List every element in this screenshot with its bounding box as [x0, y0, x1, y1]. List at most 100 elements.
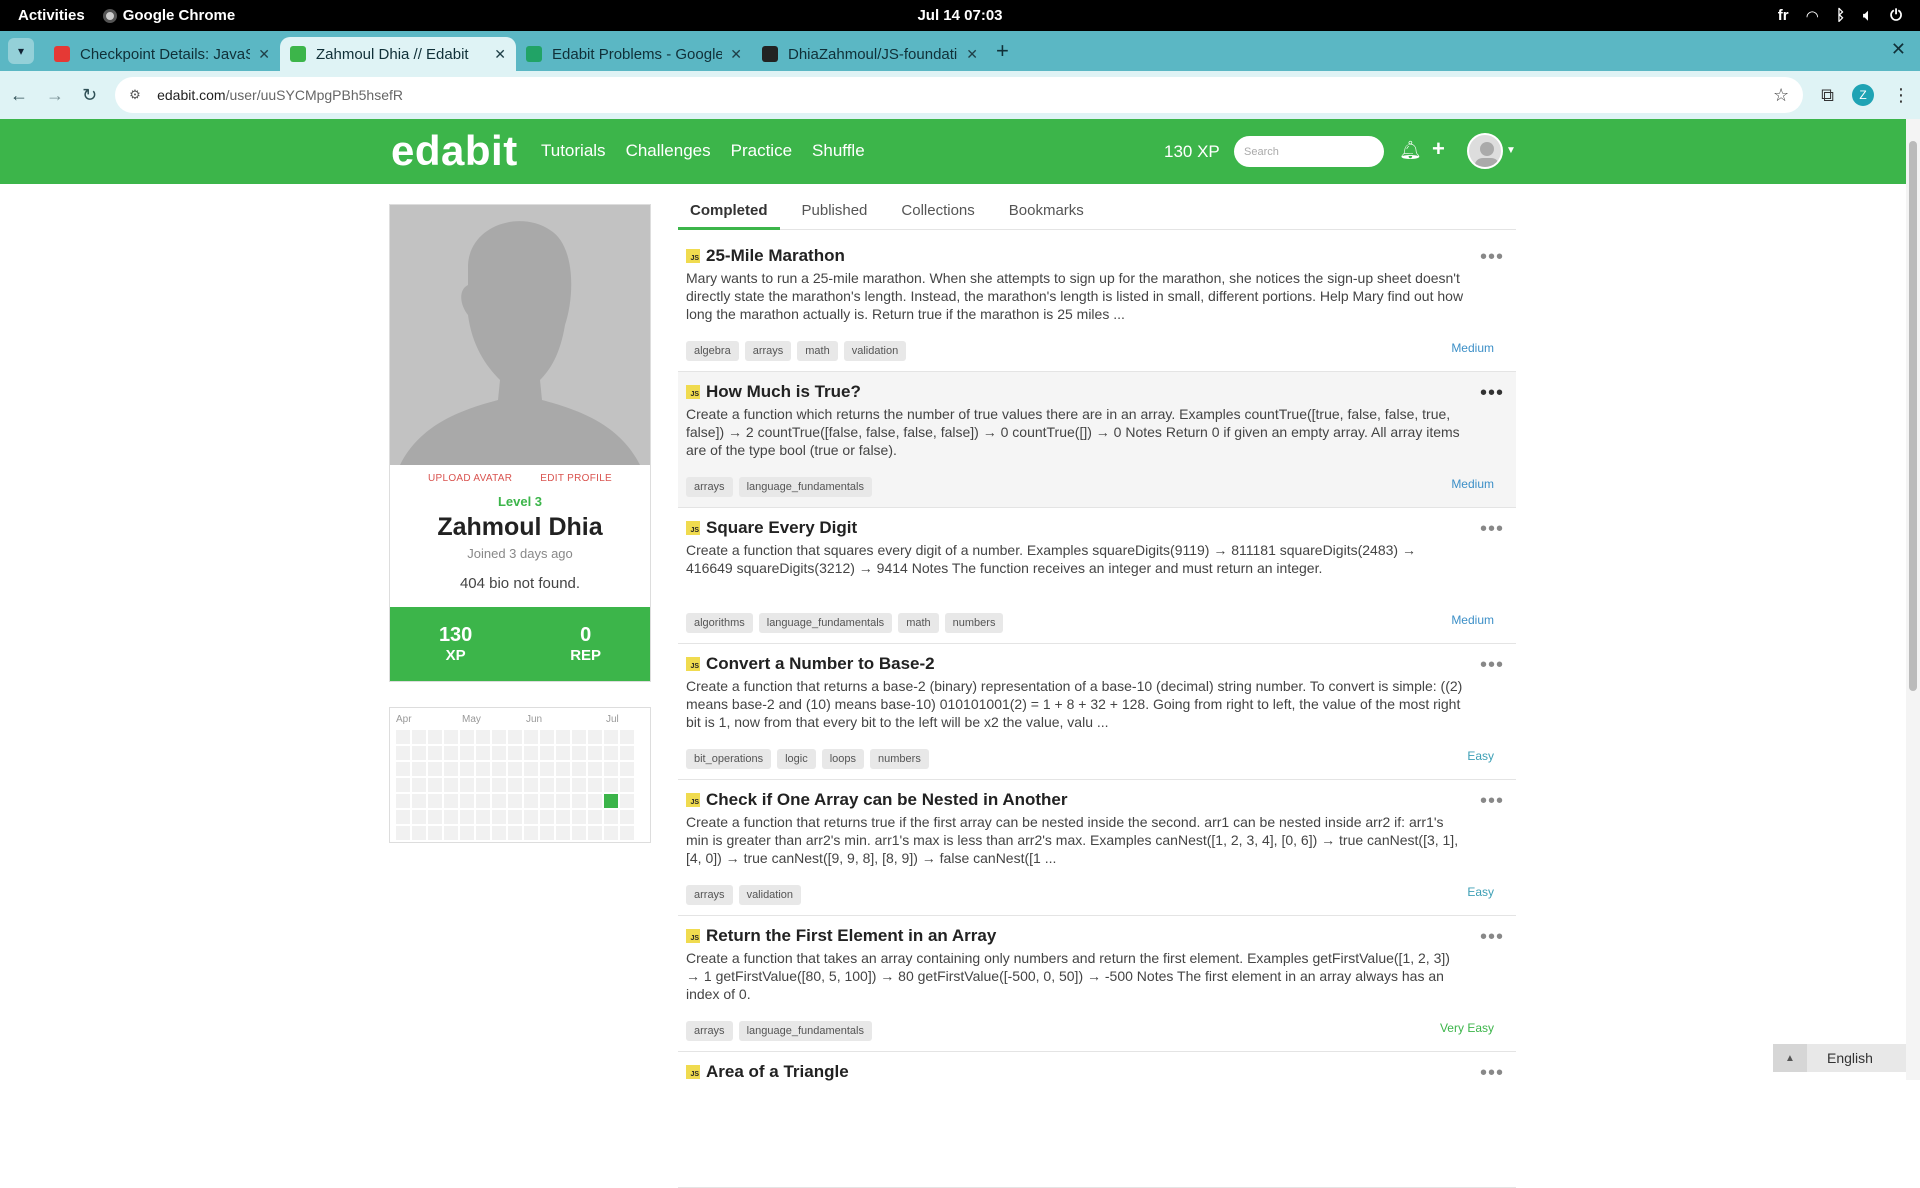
tag[interactable]: math [898, 613, 939, 633]
more-options-icon[interactable]: ••• [1480, 1062, 1504, 1085]
challenge-title[interactable]: JS 25-Mile Marathon [686, 246, 1508, 266]
browser-tab-2[interactable]: Edabit Problems - Google ✕ [516, 37, 752, 71]
nav-challenges[interactable]: Challenges [626, 141, 711, 161]
tab-published[interactable]: Published [790, 198, 880, 230]
tag[interactable]: algorithms [686, 613, 753, 633]
challenge-item[interactable]: JS Convert a Number to Base-2 Create a f… [678, 644, 1516, 780]
heatmap-cell [508, 746, 522, 760]
back-arrow-icon[interactable]: ← [10, 85, 28, 106]
tag[interactable]: arrays [744, 341, 792, 361]
tag[interactable]: numbers [870, 749, 929, 769]
tab-search-button[interactable]: ▾ [8, 38, 34, 64]
tag[interactable]: bit_operations [686, 749, 772, 769]
browser-menu-icon[interactable]: ⋮ [1892, 85, 1910, 106]
browser-tab-0[interactable]: Checkpoint Details: JavaScript ✕ [44, 37, 280, 71]
user-avatar[interactable] [1467, 133, 1503, 169]
tag[interactable]: loops [821, 749, 865, 769]
clock[interactable]: Jul 14 07:03 [917, 7, 1002, 24]
tab-completed[interactable]: Completed [678, 198, 780, 230]
challenge-title[interactable]: JS How Much is True? [686, 382, 1508, 402]
language-selector[interactable]: ▲ English [1773, 1044, 1906, 1072]
more-options-icon[interactable]: ••• [1480, 926, 1504, 949]
close-icon[interactable]: ✕ [494, 46, 506, 63]
heatmap-cell [508, 778, 522, 792]
bookmark-star-icon[interactable]: ☆ [1773, 85, 1789, 106]
bell-icon[interactable]: 🔔︎ [1399, 140, 1422, 161]
site-logo[interactable]: edabit [391, 127, 518, 175]
challenge-title[interactable]: JS Convert a Number to Base-2 [686, 654, 1508, 674]
tag[interactable]: algebra [686, 341, 739, 361]
page-scrollbar[interactable] [1906, 119, 1920, 1080]
javascript-icon: JS [686, 249, 700, 263]
tag[interactable]: arrays [686, 477, 733, 497]
url-host: edabit.com [157, 87, 226, 103]
edit-profile-link[interactable]: EDIT PROFILE [540, 473, 612, 484]
heatmap-month: Apr [396, 714, 412, 725]
heatmap-cell [620, 730, 634, 744]
tag[interactable]: validation [738, 885, 802, 905]
forward-arrow-icon[interactable]: → [46, 85, 64, 106]
system-tray[interactable]: fr ◠ ᛒ 🔈︎ ⏻ [1778, 7, 1920, 25]
new-tab-button[interactable]: + [996, 38, 1009, 64]
challenge-title[interactable]: JS Check if One Array can be Nested in A… [686, 790, 1508, 810]
more-options-icon[interactable]: ••• [1480, 246, 1504, 269]
heatmap-cell [476, 762, 490, 776]
heatmap-months: Apr May Jun Jul [396, 714, 644, 728]
reload-icon[interactable]: ↻ [82, 85, 97, 106]
challenge-item[interactable]: JS Square Every Digit Create a function … [678, 508, 1516, 644]
profile-avatar-image [390, 205, 650, 465]
more-options-icon[interactable]: ••• [1480, 790, 1504, 813]
challenge-title[interactable]: JS Return the First Element in an Array [686, 926, 1508, 946]
challenge-title[interactable]: JS Square Every Digit [686, 518, 1508, 538]
tab-favicon-icon [290, 46, 306, 62]
close-icon[interactable]: ✕ [258, 46, 270, 63]
challenge-item[interactable]: JS Area of a Triangle ••• [678, 1052, 1516, 1188]
browser-tab-3[interactable]: DhiaZahmoul/JS-foundations ✕ [752, 37, 988, 71]
tab-title: DhiaZahmoul/JS-foundations [788, 45, 958, 63]
tab-bookmarks[interactable]: Bookmarks [997, 198, 1096, 230]
app-menu[interactable]: Google Chrome [102, 7, 235, 24]
tag[interactable]: numbers [944, 613, 1004, 633]
extensions-icon[interactable]: ⧉ [1821, 85, 1834, 106]
challenge-item[interactable]: JS Return the First Element in an Array … [678, 916, 1516, 1052]
more-options-icon[interactable]: ••• [1480, 382, 1504, 405]
keyboard-layout[interactable]: fr [1778, 7, 1789, 24]
javascript-icon: JS [686, 521, 700, 535]
challenge-item[interactable]: JS How Much is True? Create a function w… [678, 372, 1516, 508]
window-close-icon[interactable]: ✕ [1891, 39, 1906, 60]
tag[interactable]: arrays [686, 1021, 733, 1041]
heatmap-cell [476, 730, 490, 744]
tag[interactable]: logic [777, 749, 816, 769]
challenge-title[interactable]: JS Area of a Triangle [686, 1062, 1508, 1082]
search-input[interactable] [1234, 136, 1384, 167]
browser-tab-1[interactable]: Zahmoul Dhia // Edabit ✕ [280, 37, 516, 71]
activities-button[interactable]: Activities [0, 7, 103, 24]
tag[interactable]: language_fundamentals [758, 613, 893, 633]
challenge-title-text: Square Every Digit [706, 518, 858, 537]
more-options-icon[interactable]: ••• [1480, 654, 1504, 677]
tag[interactable]: language_fundamentals [738, 1021, 872, 1041]
plus-icon[interactable]: + [1432, 136, 1445, 162]
close-icon[interactable]: ✕ [966, 46, 978, 63]
nav-shuffle[interactable]: Shuffle [812, 141, 865, 161]
nav-tutorials[interactable]: Tutorials [541, 141, 606, 161]
tag[interactable]: math [797, 341, 838, 361]
scrollbar-thumb[interactable] [1909, 141, 1917, 691]
tag[interactable]: language_fundamentals [738, 477, 872, 497]
tab-collections[interactable]: Collections [889, 198, 986, 230]
javascript-icon: JS [686, 929, 700, 943]
caret-down-icon[interactable]: ▼ [1506, 145, 1516, 156]
challenge-item[interactable]: JS Check if One Array can be Nested in A… [678, 780, 1516, 916]
tag[interactable]: validation [843, 341, 907, 361]
tag[interactable]: arrays [686, 885, 733, 905]
challenge-item[interactable]: JS 25-Mile Marathon Mary wants to run a … [678, 236, 1516, 372]
profile-avatar-button[interactable]: Z [1852, 84, 1874, 106]
site-info-icon[interactable]: ⚙ [129, 87, 145, 103]
upload-avatar-link[interactable]: UPLOAD AVATAR [428, 473, 512, 484]
address-bar[interactable]: ⚙ edabit.com/user/uuSYCMpgPBh5hsefR ☆ [115, 77, 1804, 113]
xp-label: XP [445, 647, 466, 664]
more-options-icon[interactable]: ••• [1480, 518, 1504, 541]
heatmap-cell [508, 810, 522, 824]
close-icon[interactable]: ✕ [730, 46, 742, 63]
nav-practice[interactable]: Practice [731, 141, 792, 161]
